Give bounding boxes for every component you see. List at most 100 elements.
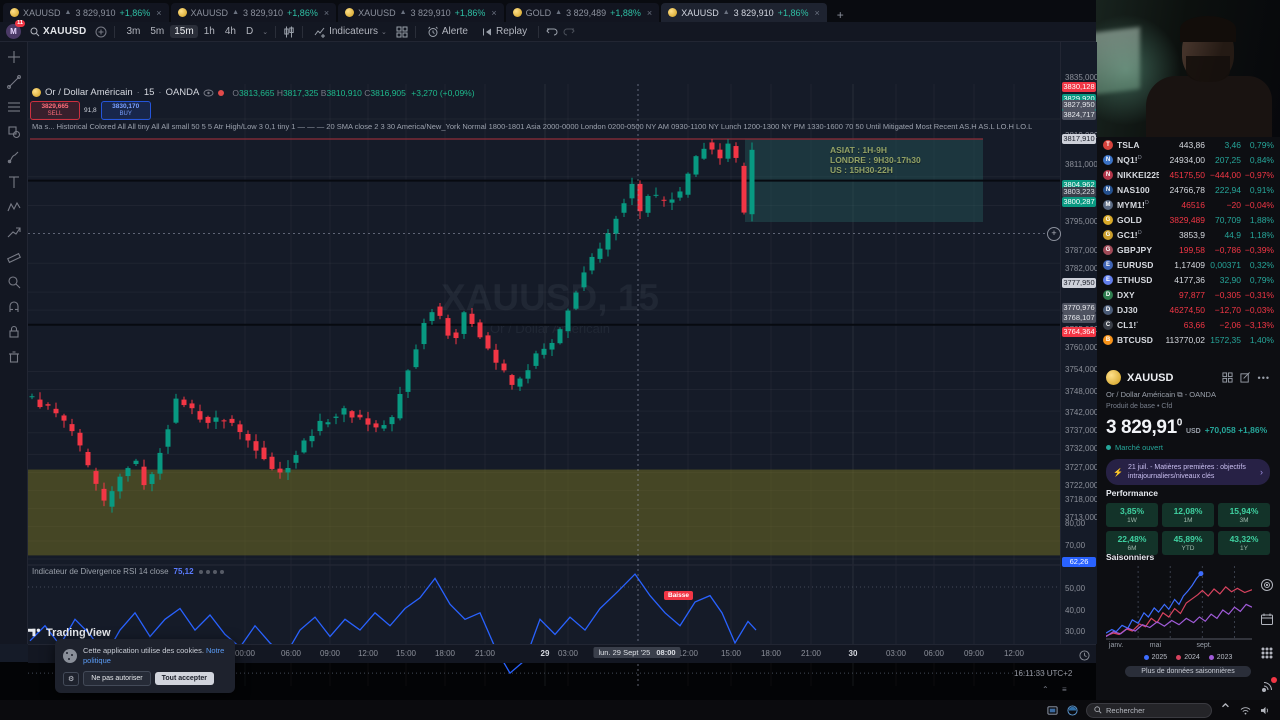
user-avatar[interactable]: M11 bbox=[6, 24, 21, 39]
magnet-tool-icon[interactable] bbox=[6, 299, 22, 315]
text-tool-icon[interactable] bbox=[6, 174, 22, 190]
panel-collapse-icon[interactable]: ⌃ bbox=[1042, 685, 1049, 694]
symbol-logo-icon: D bbox=[1103, 305, 1113, 315]
watchlist-row-dj30[interactable]: DDJ3046274,50−12,70−0,03% bbox=[1096, 302, 1280, 317]
sell-button[interactable]: 3829,665 SELL bbox=[30, 101, 80, 120]
cookie-settings-button[interactable]: ⚙ bbox=[63, 672, 79, 686]
broadcast-rail-icon[interactable] bbox=[1260, 680, 1274, 699]
watchlist-row-ethusd[interactable]: EETHUSD4177,3632,900,79% bbox=[1096, 272, 1280, 287]
taskbar-app-icon[interactable] bbox=[1046, 704, 1059, 717]
watchlist-row-btcusd[interactable]: BBTCUSD113770,021572,351,40% bbox=[1096, 332, 1280, 347]
right-icon-rail: ? bbox=[1254, 578, 1279, 700]
seasonals-legend-item[interactable]: 2023 bbox=[1209, 654, 1233, 661]
volume-icon[interactable] bbox=[1259, 704, 1272, 717]
trash-tool-icon[interactable] bbox=[6, 349, 22, 365]
chart-workspace[interactable]: XAUUSD, 15 Or / Dollar Américain Or / Do… bbox=[0, 42, 1096, 662]
watchlist-row-gold[interactable]: GGOLD3829,48970,7091,88% bbox=[1096, 212, 1280, 227]
watchlist-row-gbpjpy[interactable]: GGBPJPY199,58−0,786−0,39% bbox=[1096, 242, 1280, 257]
chart-legend[interactable]: Or / Dollar Américain ·15 ·OANDA O3813,6… bbox=[32, 87, 475, 98]
add-alert-plus-icon[interactable]: + bbox=[1047, 227, 1061, 241]
compose-icon[interactable] bbox=[1240, 372, 1251, 383]
seasonals-legend-item[interactable]: 2025 bbox=[1144, 654, 1168, 661]
lock-tool-icon[interactable] bbox=[6, 324, 22, 340]
watchlist-row-dxy[interactable]: DDXY97,877−0,305−0,31% bbox=[1096, 287, 1280, 302]
seasonals-legend-item[interactable]: 2024 bbox=[1176, 654, 1200, 661]
performance-tile-1w[interactable]: 3,85%1W bbox=[1106, 503, 1158, 527]
undo-icon[interactable] bbox=[546, 26, 558, 37]
candles-style-icon[interactable] bbox=[283, 26, 295, 38]
trendline-tool-icon[interactable] bbox=[6, 74, 22, 90]
timezone-clock-icon[interactable] bbox=[1079, 648, 1090, 666]
zoom-tool-icon[interactable] bbox=[6, 274, 22, 290]
panel-settings-icon[interactable]: ≡ bbox=[1062, 685, 1067, 694]
price-up-arrow-icon: ▲ bbox=[723, 9, 730, 16]
timeframe-1h[interactable]: 1h bbox=[200, 25, 219, 38]
fib-tool-icon[interactable] bbox=[6, 99, 22, 115]
watchlist-row-cl1![interactable]: CCL1!•63,66−2,06−3,13% bbox=[1096, 317, 1280, 332]
watchlist-row-mym1![interactable]: MMYM1!D46516−20−0,04% bbox=[1096, 197, 1280, 212]
shapes-tool-icon[interactable] bbox=[6, 124, 22, 140]
watchlist-row-nas100[interactable]: NNAS10024766,78222,940,91% bbox=[1096, 182, 1280, 197]
buy-button[interactable]: 3830,170 BUY bbox=[101, 101, 151, 120]
taskbar-browser-icon[interactable] bbox=[1066, 704, 1079, 717]
new-tab-button[interactable]: + bbox=[829, 8, 852, 22]
calendar-rail-icon[interactable] bbox=[1260, 612, 1274, 631]
chevron-down-icon[interactable]: ⌄ bbox=[262, 28, 268, 36]
more-options-icon[interactable]: ••• bbox=[1258, 372, 1270, 383]
news-pill[interactable]: ⚡ 21 juil. - Matières premières : object… bbox=[1106, 459, 1270, 485]
watchlist-row-nq1![interactable]: NNQ1!D24934,00207,250,84% bbox=[1096, 152, 1280, 167]
patterns-tool-icon[interactable] bbox=[6, 199, 22, 215]
symbol-search-button[interactable]: XAUUSD bbox=[26, 25, 90, 38]
replay-button[interactable]: Replay bbox=[477, 25, 531, 39]
close-icon[interactable]: × bbox=[647, 8, 652, 18]
notification-dot bbox=[1271, 677, 1277, 683]
tab-xauusd-0[interactable]: XAUUSD▲3 829,910+1,86%× bbox=[3, 3, 169, 22]
performance-tile-1m[interactable]: 12,08%1M bbox=[1162, 503, 1214, 527]
tradingview-logo[interactable]: TradingView bbox=[28, 626, 111, 639]
tray-chevron-icon[interactable]: ⌃ bbox=[1219, 704, 1232, 717]
timeframe-D[interactable]: D bbox=[242, 25, 257, 38]
indicators-button[interactable]: Indicateurs ⌄ bbox=[310, 25, 391, 39]
tab-xauusd-4[interactable]: XAUUSD▲3 829,910+1,86%× bbox=[661, 3, 827, 22]
indicator-settings-line[interactable]: Ma s... Historical Colored All All tiny … bbox=[32, 122, 1032, 131]
tab-xauusd-1[interactable]: XAUUSD▲3 829,910+1,86%× bbox=[171, 3, 337, 22]
cookie-deny-button[interactable]: Ne pas autoriser bbox=[83, 671, 150, 686]
taskbar-search[interactable]: Rechercher bbox=[1086, 703, 1212, 718]
add-symbol-icon[interactable] bbox=[95, 26, 107, 38]
price-axis[interactable]: 3835,0003819,0003811,0003795,0003787,000… bbox=[1060, 42, 1097, 644]
detail-subtitle[interactable]: Or / Dollar Américain ⧉ - OANDA bbox=[1106, 390, 1270, 400]
measure-tool-icon[interactable] bbox=[6, 249, 22, 265]
layout-grid-icon[interactable] bbox=[396, 26, 408, 38]
close-icon[interactable]: × bbox=[324, 8, 329, 18]
close-icon[interactable]: × bbox=[491, 8, 496, 18]
timeframe-15m[interactable]: 15m bbox=[170, 25, 197, 38]
brush-tool-icon[interactable] bbox=[6, 149, 22, 165]
watchlist-row-eurusd[interactable]: EEURUSD1,174090,003710,32% bbox=[1096, 257, 1280, 272]
gold-coin-icon bbox=[513, 8, 522, 17]
timeframe-4h[interactable]: 4h bbox=[221, 25, 240, 38]
performance-tile-3m[interactable]: 15,94%3M bbox=[1218, 503, 1270, 527]
watchlist-row-gc1![interactable]: GGC1!D3853,944,91,18% bbox=[1096, 227, 1280, 242]
close-icon[interactable]: × bbox=[156, 8, 161, 18]
redo-icon[interactable] bbox=[563, 26, 575, 37]
wifi-icon[interactable] bbox=[1239, 704, 1252, 717]
rsi-indicator-title[interactable]: Indicateur de Divergence RSI 14 close 75… bbox=[32, 567, 224, 576]
alert-button[interactable]: Alerte bbox=[423, 25, 472, 39]
watchlist-row-nikkei225[interactable]: NNIKKEI22545175,50−444,00−0,97% bbox=[1096, 167, 1280, 182]
target-rail-icon[interactable] bbox=[1260, 578, 1274, 597]
session-clock[interactable]: 16:11:33 UTC+2 bbox=[1014, 669, 1072, 678]
layout-grid-icon[interactable] bbox=[1222, 372, 1233, 383]
tab-gold-3[interactable]: GOLD▲3 829,489+1,88%× bbox=[506, 3, 660, 22]
crosshair-tool-icon[interactable] bbox=[6, 49, 22, 65]
rsi-indicator-controls[interactable] bbox=[199, 570, 224, 574]
apps-rail-icon[interactable] bbox=[1260, 646, 1274, 665]
forecast-tool-icon[interactable] bbox=[6, 224, 22, 240]
cookie-accept-button[interactable]: Tout accepter bbox=[155, 672, 214, 685]
tab-xauusd-2[interactable]: XAUUSD▲3 829,910+1,86%× bbox=[338, 3, 504, 22]
seasonals-more-button[interactable]: Plus de données saisonnières bbox=[1125, 666, 1251, 677]
watchlist-row-tsla[interactable]: TTSLA443,863,460,79% bbox=[1096, 137, 1280, 152]
eye-icon[interactable] bbox=[203, 89, 214, 97]
close-icon[interactable]: × bbox=[814, 8, 819, 18]
timeframe-3m[interactable]: 3m bbox=[122, 25, 144, 38]
timeframe-5m[interactable]: 5m bbox=[146, 25, 168, 38]
